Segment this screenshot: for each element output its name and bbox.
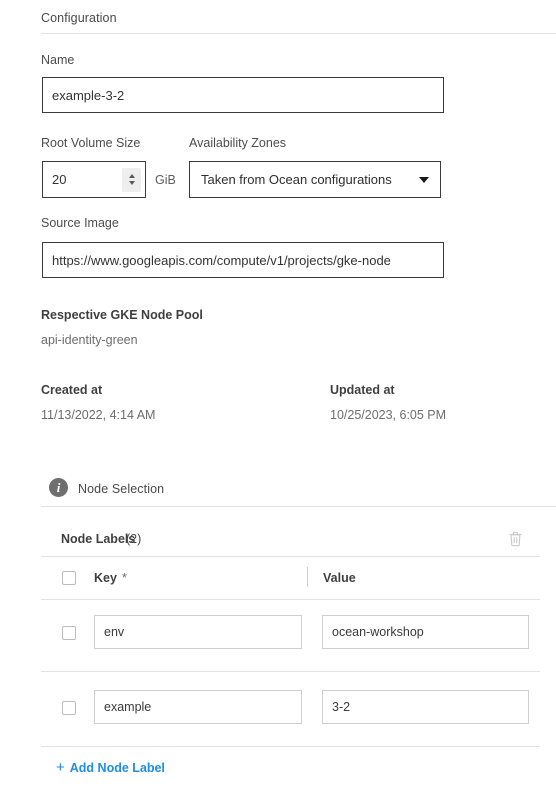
column-header-key-required-marker: * <box>122 571 127 585</box>
name-input-value: example-3-2 <box>52 87 125 103</box>
source-image-input[interactable]: https://www.googleapis.com/compute/v1/pr… <box>42 242 444 278</box>
node-label-value-value: 3-2 <box>332 700 351 714</box>
chevron-down-icon[interactable] <box>128 181 135 185</box>
name-label: Name <box>41 53 75 67</box>
root-volume-size-label: Root Volume Size <box>41 136 141 150</box>
node-selection-title: Node Selection <box>78 482 165 496</box>
column-header-value: Value <box>323 571 356 585</box>
table-row-divider <box>41 671 540 672</box>
updated-at-label: Updated at <box>330 383 395 397</box>
created-at-label: Created at <box>41 383 103 397</box>
root-volume-size-value: 20 <box>52 172 67 187</box>
created-at-value: 11/13/2022, 4:14 AM <box>41 408 156 422</box>
column-divider <box>307 567 308 587</box>
node-label-key-input[interactable]: example <box>94 690 302 724</box>
column-header-key: Key <box>94 571 117 585</box>
row-checkbox[interactable] <box>62 701 76 715</box>
availability-zones-select[interactable]: Taken from Ocean configurations <box>189 161 441 198</box>
availability-zones-selected-value: Taken from Ocean configurations <box>201 172 392 187</box>
stepper-buttons[interactable] <box>122 167 141 192</box>
section-divider <box>41 33 556 34</box>
table-row-divider <box>41 746 540 747</box>
select-all-checkbox[interactable] <box>62 571 76 585</box>
node-labels-header-divider <box>41 556 540 557</box>
node-label-value-value: ocean-workshop <box>332 625 424 639</box>
row-checkbox[interactable] <box>62 626 76 640</box>
add-node-label-text: Add Node Label <box>69 760 165 775</box>
node-label-value-input[interactable]: ocean-workshop <box>322 615 529 649</box>
node-labels-count: (2) <box>126 532 142 546</box>
info-icon-glyph: i <box>56 480 61 495</box>
source-image-label: Source Image <box>41 216 119 230</box>
configuration-panel: Configuration Name example-3-2 Root Volu… <box>0 0 556 795</box>
chevron-up-icon[interactable] <box>128 174 135 178</box>
info-icon: i <box>49 478 68 497</box>
node-label-key-value: example <box>104 700 152 714</box>
node-label-key-value: env <box>104 625 125 639</box>
name-input[interactable]: example-3-2 <box>42 77 444 113</box>
gke-node-pool-value: api-identity-green <box>41 333 138 347</box>
gke-node-pool-label: Respective GKE Node Pool <box>41 308 203 322</box>
trash-icon[interactable] <box>504 528 526 550</box>
source-image-input-value: https://www.googleapis.com/compute/v1/pr… <box>52 252 391 268</box>
node-label-key-input[interactable]: env <box>94 615 302 649</box>
root-volume-size-unit: GiB <box>155 173 176 187</box>
node-labels-title: Node Labels <box>61 532 136 546</box>
section-title-configuration: Configuration <box>41 11 117 25</box>
node-label-value-input[interactable]: 3-2 <box>322 690 529 724</box>
chevron-down-icon[interactable] <box>419 176 429 183</box>
node-selection-divider <box>41 506 556 507</box>
availability-zones-label: Availability Zones <box>189 136 287 150</box>
table-header-divider <box>41 599 540 600</box>
add-node-label-button[interactable]: + Add Node Label <box>56 760 165 775</box>
plus-icon: + <box>56 759 65 776</box>
updated-at-value: 10/25/2023, 6:05 PM <box>330 408 447 422</box>
root-volume-size-stepper[interactable]: 20 <box>42 161 146 198</box>
